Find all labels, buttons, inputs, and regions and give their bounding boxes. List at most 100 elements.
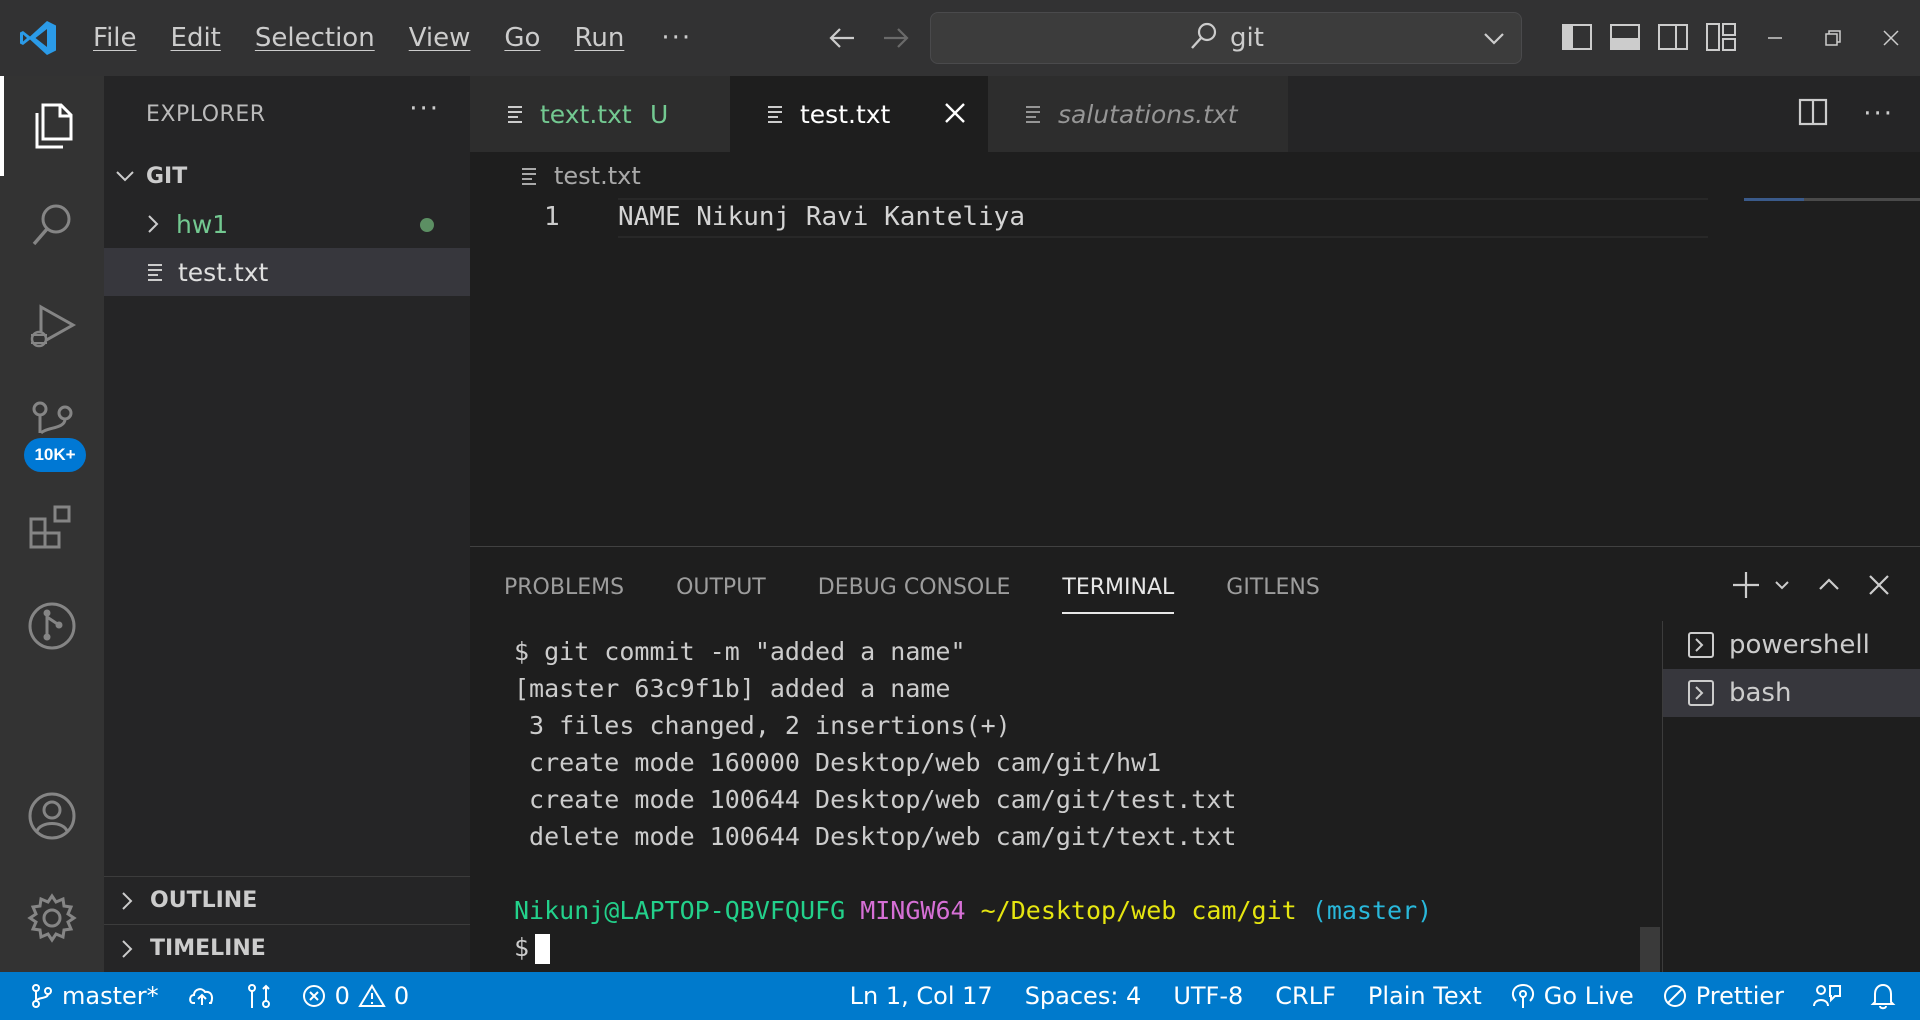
tab-problems[interactable]: PROBLEMS [504, 575, 624, 614]
prompt-env: MINGW64 [860, 896, 966, 925]
source-control-badge: 10K+ [24, 438, 86, 472]
cursor-position[interactable]: Ln 1, Col 17 [836, 982, 1007, 1010]
command-center-text: git [1230, 23, 1264, 53]
explorer-more-actions-button[interactable]: ··· [409, 94, 440, 124]
maximize-panel-chevron-up-icon[interactable] [1816, 572, 1842, 602]
terminal-item-label: bash [1729, 678, 1792, 708]
title-bar: File Edit Selection View Go Run ··· git [0, 0, 1920, 76]
tab-debug-console[interactable]: DEBUG CONSOLE [818, 575, 1011, 614]
notifications-bell-icon[interactable] [1856, 982, 1920, 1010]
terminal-line: create mode 100644 Desktop/web cam/git/t… [514, 785, 1237, 814]
explorer-sidebar: EXPLORER ··· GIT hw1 test.txt OUTLINE TI… [104, 76, 470, 972]
customize-layout-icon[interactable] [1704, 20, 1738, 58]
close-icon[interactable] [940, 98, 970, 134]
window-controls [1746, 0, 1920, 76]
tab-text-txt[interactable]: text.txt U [470, 76, 730, 152]
minimize-icon[interactable] [1746, 28, 1804, 48]
terminal-line: $ git commit -m "added a name" [514, 637, 966, 666]
accounts-icon[interactable] [0, 766, 104, 866]
gitlens-compare-icon[interactable] [231, 982, 287, 1010]
toggle-panel-icon[interactable] [1608, 20, 1642, 58]
outline-section[interactable]: OUTLINE [104, 876, 470, 924]
menu-file[interactable]: File [76, 23, 154, 53]
back-arrow-icon[interactable] [826, 18, 858, 62]
sync-icon[interactable] [173, 983, 231, 1009]
tab-gitlens[interactable]: GITLENS [1226, 575, 1320, 614]
warning-icon [358, 984, 386, 1007]
code-line[interactable]: NAME Nikunj Ravi Kanteliya [618, 202, 1025, 232]
terminal-list: powershell bash [1662, 621, 1920, 973]
gitlens-icon[interactable] [0, 576, 104, 676]
menu-more-button[interactable]: ··· [641, 23, 712, 53]
forward-arrow-icon[interactable] [880, 18, 912, 62]
tab-label: text.txt [540, 99, 632, 129]
menu-selection[interactable]: Selection [238, 23, 392, 53]
menu-run[interactable]: Run [557, 23, 641, 53]
terminal-item-bash[interactable]: bash [1663, 669, 1920, 717]
outline-label: OUTLINE [150, 888, 258, 913]
vscode-logo-icon [0, 0, 76, 76]
file-lines-icon [520, 165, 540, 187]
breadcrumb-file[interactable]: test.txt [554, 162, 641, 190]
terminal-icon [1688, 632, 1714, 658]
activity-bar: 10K+ [0, 76, 104, 972]
menu-go[interactable]: Go [487, 23, 557, 53]
timeline-section[interactable]: TIMELINE [104, 924, 470, 972]
tab-test-txt[interactable]: test.txt [730, 76, 988, 152]
minimap[interactable] [1744, 198, 1804, 201]
editor-area[interactable]: test.txt 1 NAME Nikunj Ravi Kanteliya [470, 152, 1920, 546]
branch-indicator[interactable]: master* [0, 982, 173, 1010]
explorer-header: EXPLORER ··· [104, 76, 470, 152]
language-mode[interactable]: Plain Text [1354, 982, 1496, 1010]
split-editor-icon[interactable] [1797, 96, 1829, 132]
new-terminal-plus-icon[interactable] [1730, 569, 1762, 605]
tree-item-test-txt[interactable]: test.txt [104, 248, 470, 296]
toggle-secondary-sidebar-icon[interactable] [1656, 20, 1690, 58]
terminal-output[interactable]: $ git commit -m "added a name" [master 6… [514, 633, 1432, 966]
terminal-item-powershell[interactable]: powershell [1663, 621, 1920, 669]
chevron-right-icon [116, 890, 138, 912]
problems-indicator[interactable]: 0 0 [287, 982, 424, 1010]
menu-edit[interactable]: Edit [154, 23, 238, 53]
prettier-button[interactable]: Prettier [1648, 982, 1798, 1010]
prompt-user: Nikunj@LAPTOP-QBVFQUFG [514, 896, 846, 925]
terminal-scrollbar[interactable] [1640, 927, 1660, 973]
modified-dot-icon [420, 218, 434, 232]
file-lines-icon [506, 103, 526, 125]
layout-controls [1560, 20, 1738, 58]
terminal-line: delete mode 100644 Desktop/web cam/git/t… [514, 822, 1237, 851]
minimap-slider[interactable] [1804, 198, 1920, 201]
git-branch-icon [32, 984, 52, 1008]
menu-view[interactable]: View [392, 23, 488, 53]
explorer-icon[interactable] [0, 76, 104, 176]
indentation[interactable]: Spaces: 4 [1007, 982, 1160, 1010]
terminal-cursor [535, 934, 551, 964]
search-icon[interactable] [0, 176, 104, 276]
toggle-primary-sidebar-icon[interactable] [1560, 20, 1594, 58]
folder-root-git[interactable]: GIT [104, 152, 470, 200]
restore-icon[interactable] [1804, 28, 1862, 48]
tree-item-hw1[interactable]: hw1 [104, 200, 470, 248]
settings-gear-icon[interactable] [0, 868, 104, 968]
feedback-icon[interactable] [1798, 982, 1856, 1010]
go-live-button[interactable]: Go Live [1496, 982, 1648, 1010]
terminal-line: [master 63c9f1b] added a name [514, 674, 951, 703]
terminal-dropdown-chevron-icon[interactable] [1772, 575, 1792, 599]
untracked-badge: U [650, 99, 669, 129]
more-actions-icon[interactable]: ··· [1863, 99, 1894, 129]
chevron-down-icon[interactable] [1481, 25, 1507, 55]
end-of-line[interactable]: CRLF [1257, 982, 1354, 1010]
close-window-icon[interactable] [1862, 28, 1920, 48]
extensions-icon[interactable] [0, 476, 104, 576]
run-and-debug-icon[interactable] [0, 276, 104, 376]
encoding[interactable]: UTF-8 [1159, 982, 1257, 1010]
tab-terminal[interactable]: TERMINAL [1062, 575, 1175, 614]
warning-count: 0 [393, 982, 410, 1010]
broadcast-icon [1511, 983, 1534, 1008]
command-center-search[interactable]: git [930, 12, 1522, 64]
tab-output[interactable]: OUTPUT [676, 575, 766, 614]
prompt-path: ~/Desktop/web cam/git [980, 896, 1297, 925]
tab-salutations-txt[interactable]: salutations.txt [988, 76, 1288, 152]
close-panel-icon[interactable] [1866, 572, 1892, 602]
error-count: 0 [334, 982, 350, 1010]
